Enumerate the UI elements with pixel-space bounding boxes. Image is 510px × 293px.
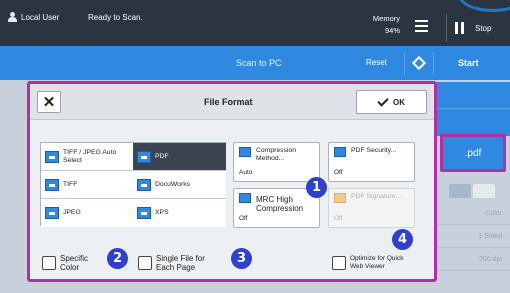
file-type-label: JPEG bbox=[63, 209, 81, 216]
stop-button[interactable]: Stop bbox=[446, 14, 510, 42]
background-right-buttons bbox=[434, 82, 510, 136]
background-list-item: Color bbox=[434, 202, 510, 225]
dialog-header: ✕ File Format OK bbox=[30, 84, 434, 120]
file-type-label: TIFF bbox=[63, 180, 78, 188]
file-type-jpeg[interactable]: JPEG bbox=[41, 199, 134, 227]
file-format-button[interactable]: .pdf bbox=[440, 134, 506, 172]
file-type-label: DocuWorks bbox=[155, 180, 190, 188]
dialog-title: File Format bbox=[204, 97, 253, 107]
mrc-icon bbox=[239, 193, 251, 203]
optimize-label: Optimize for Quick Web Viewer bbox=[350, 255, 404, 270]
stop-label: Stop bbox=[475, 23, 492, 33]
callout-badge-2: 2 bbox=[107, 248, 128, 269]
file-icon bbox=[45, 150, 59, 163]
signature-icon bbox=[334, 193, 346, 203]
file-type-grid: TIFF / JPEG Auto Select PDF TIFF DocuWor… bbox=[40, 142, 226, 227]
file-icon bbox=[137, 178, 151, 191]
user-icon bbox=[8, 12, 17, 22]
close-button[interactable]: ✕ bbox=[37, 91, 61, 113]
callout-badge-1: 1 bbox=[306, 177, 327, 198]
file-type-pdf[interactable]: PDF bbox=[133, 143, 226, 171]
file-icon bbox=[45, 207, 59, 219]
file-icon bbox=[137, 150, 151, 163]
file-type-tiff[interactable]: TIFF bbox=[41, 171, 134, 199]
single-file-checkbox[interactable]: Single File for Each Page bbox=[138, 254, 226, 272]
callout-badge-4: 4 bbox=[392, 229, 413, 250]
diamond-icon bbox=[411, 55, 427, 71]
memory-label: Memory bbox=[372, 14, 400, 23]
compression-method-button[interactable]: Compression Method... Auto bbox=[233, 142, 320, 182]
pause-icon bbox=[455, 22, 465, 34]
specific-color-label: Specific Color bbox=[60, 254, 89, 272]
checkmark-icon bbox=[377, 94, 389, 107]
file-type-label: PDF bbox=[155, 152, 169, 160]
file-type-tiff-jpeg-auto[interactable]: TIFF / JPEG Auto Select bbox=[41, 143, 134, 171]
status-text: Ready to Scan. bbox=[88, 13, 143, 22]
pdf-signature-button[interactable]: PDF Signature... Off bbox=[328, 188, 415, 228]
ok-label: OK bbox=[393, 97, 405, 107]
menu-button[interactable] bbox=[409, 14, 433, 38]
file-type-label: TIFF / JPEG Auto Select bbox=[63, 148, 117, 164]
pdf-signature-value: Off bbox=[334, 215, 343, 222]
mrc-value: Off bbox=[239, 215, 248, 222]
background-toggle bbox=[434, 180, 510, 202]
reset-button[interactable]: Reset bbox=[366, 58, 387, 67]
compression-label: Compression Method... bbox=[256, 147, 297, 162]
compression-value: Auto bbox=[239, 169, 253, 176]
interrupt-button[interactable] bbox=[404, 52, 434, 74]
pdf-security-label: PDF Security... bbox=[351, 147, 397, 154]
file-icon bbox=[137, 207, 151, 219]
scan-title: Scan to PC bbox=[236, 58, 282, 68]
pdf-security-button[interactable]: PDF Security... Off bbox=[328, 142, 415, 182]
user-label: Local User bbox=[21, 12, 60, 22]
compression-icon bbox=[239, 147, 251, 157]
callout-badge-3: 3 bbox=[231, 248, 252, 269]
memory-value: 94% bbox=[384, 26, 400, 35]
background-list-item: 1 Sided bbox=[434, 225, 510, 248]
ok-button[interactable]: OK bbox=[356, 90, 427, 114]
file-type-docuworks[interactable]: DocuWorks bbox=[133, 171, 226, 199]
checkbox-icon bbox=[138, 256, 152, 270]
status-bar: Local User Ready to Scan. Memory 94% Sto… bbox=[0, 0, 510, 46]
background-settings-list: Color 1 Sided 200 dpi bbox=[434, 180, 510, 293]
pdf-security-value: Off bbox=[334, 169, 343, 176]
mrc-label: MRC High Compression bbox=[256, 195, 304, 213]
memory-indicator: Memory 94% bbox=[356, 13, 400, 37]
corner-decoration bbox=[458, 0, 510, 12]
file-icon bbox=[45, 178, 59, 191]
checkbox-icon bbox=[42, 256, 56, 270]
start-button[interactable]: Start bbox=[458, 58, 479, 68]
mrc-high-compression-button[interactable]: MRC High Compression Off bbox=[233, 188, 320, 228]
file-type-xps[interactable]: XPS bbox=[133, 199, 226, 227]
file-type-label: XPS bbox=[155, 209, 169, 216]
local-user-button[interactable]: Local User bbox=[8, 12, 59, 22]
hamburger-icon bbox=[414, 20, 428, 22]
checkbox-icon bbox=[332, 255, 346, 270]
background-list-item: 200 dpi bbox=[434, 248, 510, 271]
file-format-dialog: ✕ File Format OK TIFF / JPEG Auto Select… bbox=[27, 81, 437, 282]
single-file-label: Single File for Each Page bbox=[156, 254, 205, 272]
scan-header: Scan to PC Reset Start bbox=[0, 46, 510, 80]
security-icon bbox=[334, 147, 346, 157]
close-icon: ✕ bbox=[42, 94, 56, 111]
pdf-signature-label: PDF Signature... bbox=[351, 193, 402, 200]
optimize-web-checkbox[interactable]: Optimize for Quick Web Viewer bbox=[332, 255, 428, 270]
